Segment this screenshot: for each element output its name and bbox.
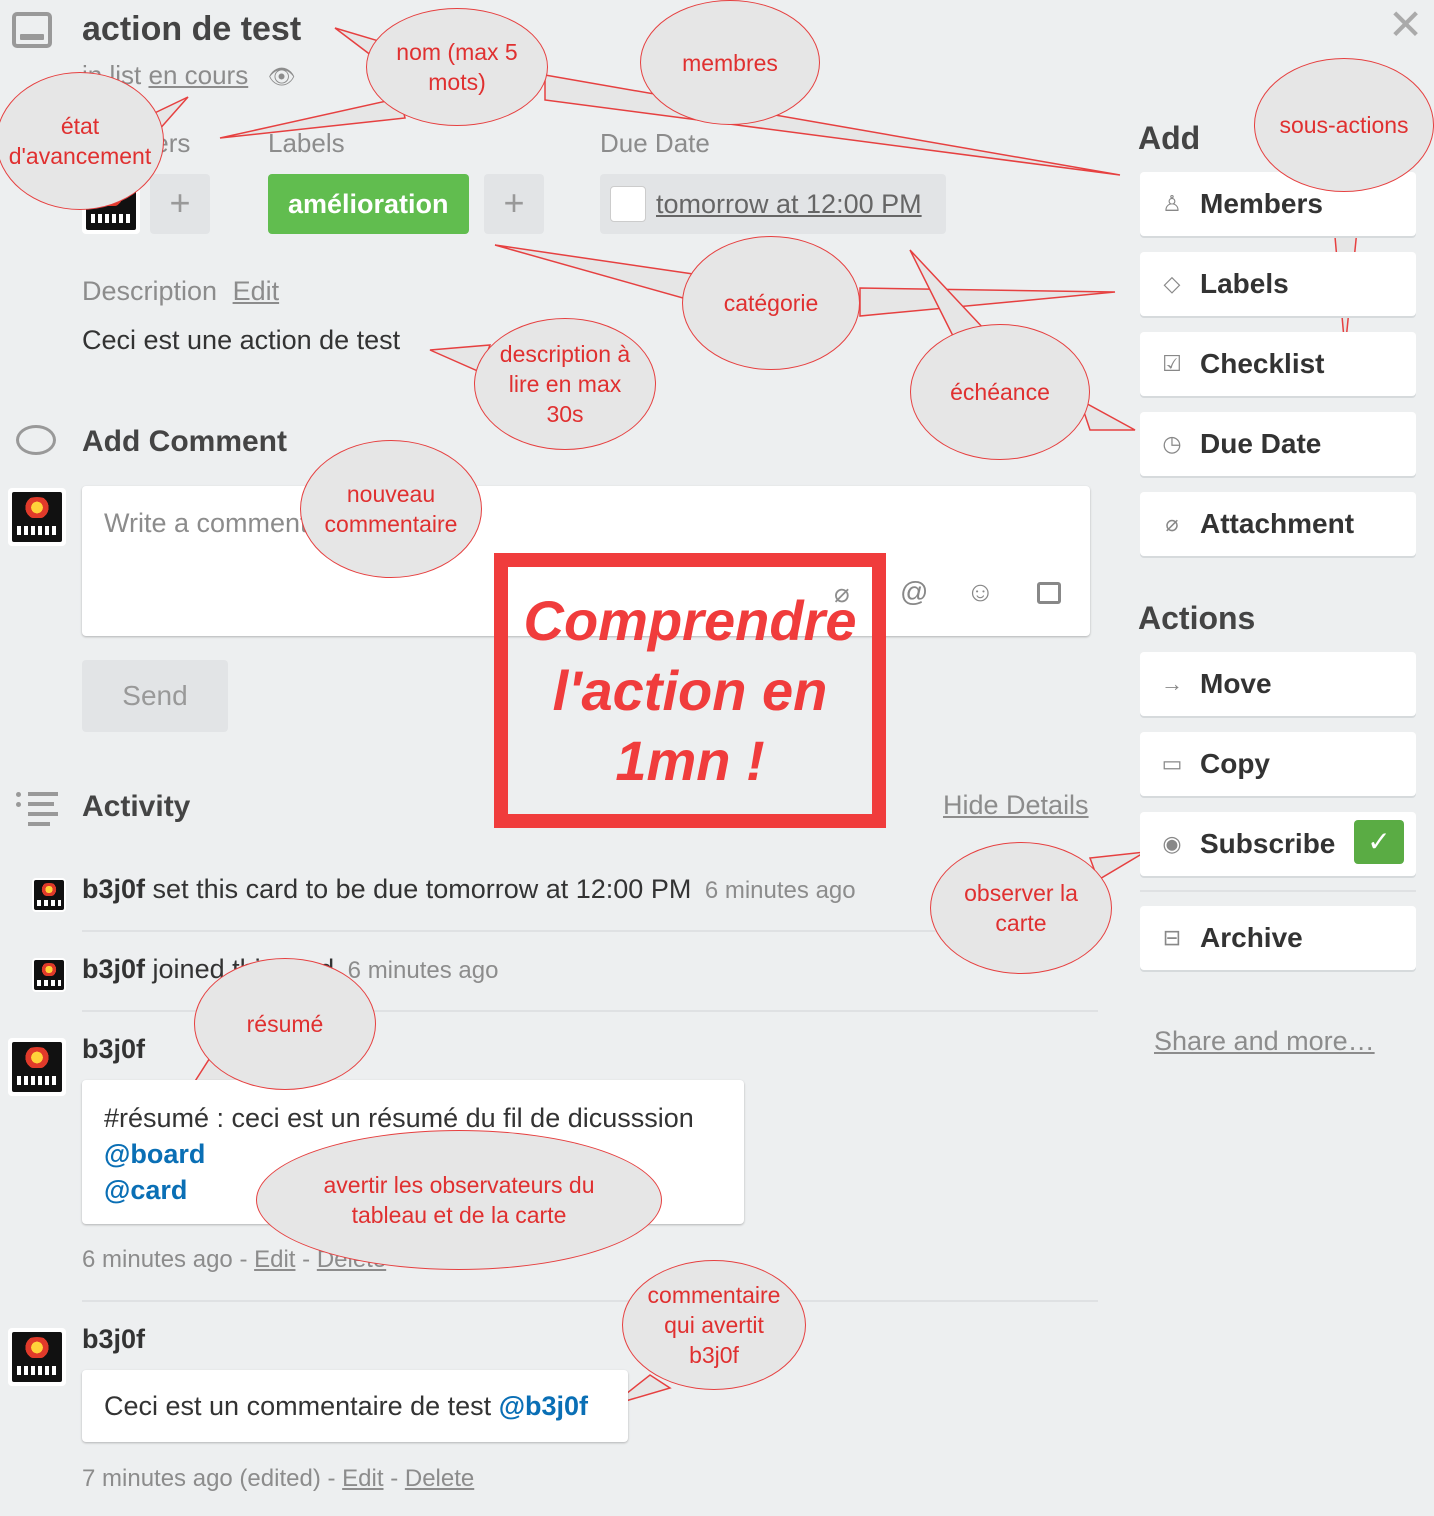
card-copy-icon: ▭ (1161, 751, 1183, 776)
archive-button[interactable]: ⊟ Archive (1140, 906, 1416, 970)
description-label: Description (82, 276, 218, 306)
due-date-label: Due Date (600, 128, 710, 158)
comment-author: b3j0f (82, 1034, 146, 1064)
annotation-resume: résumé (194, 958, 376, 1090)
mention-user[interactable]: @b3j0f (499, 1391, 588, 1421)
subscribed-check-icon: ✓ (1354, 820, 1404, 864)
activity-avatar (32, 878, 66, 912)
labels-label: Labels (268, 128, 345, 158)
checklist-icon: ☑ (1162, 351, 1182, 376)
activity-avatar (32, 958, 66, 992)
add-due-date-button[interactable]: ◷ Due Date (1140, 412, 1416, 476)
eye-icon: ◉ (1162, 831, 1182, 856)
comment-avatar (8, 1328, 66, 1386)
list-name-link[interactable]: en cours (148, 60, 248, 90)
annotation-categorie: catégorie (682, 236, 860, 370)
tag-icon: ◇ (1163, 271, 1181, 296)
activity-item: b3j0f set this card to be due tomorrow a… (82, 874, 856, 904)
description-text[interactable]: Ceci est une action de test (82, 325, 400, 356)
comment-body: Ceci est un commentaire de test @b3j0f (82, 1370, 628, 1442)
paperclip-icon: ⌀ (1165, 511, 1179, 536)
add-attachment-button[interactable]: ⌀ Attachment (1140, 492, 1416, 556)
comment-author: b3j0f (82, 1324, 146, 1354)
activity-title: Activity (82, 790, 191, 823)
comment-avatar (8, 1038, 66, 1096)
annotation-etat: état d'avancement (0, 72, 164, 210)
person-icon: ♙ (1162, 191, 1182, 216)
card-title[interactable]: action de test (82, 10, 301, 49)
add-checklist-button[interactable]: ☑ Checklist (1140, 332, 1416, 396)
description-edit-link[interactable]: Edit (233, 276, 280, 306)
share-and-more-link[interactable]: Share and more… (1154, 1026, 1375, 1057)
hide-details-link[interactable]: Hide Details (943, 790, 1089, 821)
card-link-icon[interactable] (1037, 582, 1061, 604)
annotation-description: description à lire en max 30s (474, 318, 656, 450)
close-icon[interactable]: ✕ (1388, 0, 1423, 49)
card-icon (12, 12, 52, 48)
clock-icon: ◷ (1162, 431, 1182, 456)
annotation-big-box: Comprendre l'action en 1mn ! (494, 553, 886, 828)
watch-eye-icon: 👁 (267, 64, 296, 89)
annotation-avertir: avertir les observateurs du tableau et d… (256, 1130, 662, 1270)
send-button[interactable]: Send (82, 660, 228, 732)
annotation-sous-actions: sous-actions (1254, 58, 1434, 192)
mention-icon[interactable]: @ (900, 576, 928, 608)
description-header: Description Edit (82, 276, 279, 307)
add-member-button[interactable]: + (150, 174, 210, 234)
due-date-value[interactable]: tomorrow at 12:00 PM (656, 189, 922, 220)
archive-icon: ⊟ (1162, 925, 1182, 950)
annotation-nom: nom (max 5 mots) (366, 8, 548, 126)
current-user-avatar (8, 488, 66, 546)
subscribe-button[interactable]: ◉ Subscribe ✓ (1140, 812, 1416, 876)
annotation-nouveau: nouveau commentaire (300, 440, 482, 578)
activity-list-icon (16, 790, 58, 826)
comment-bubble-icon (16, 425, 56, 455)
due-date-badge[interactable]: tomorrow at 12:00 PM (600, 174, 946, 234)
annotation-observer: observer la carte (930, 842, 1112, 974)
actions-section-title: Actions (1138, 600, 1256, 636)
emoji-icon[interactable]: ☺ (966, 576, 995, 608)
comment-delete-link[interactable]: Delete (405, 1465, 474, 1492)
add-section-title: Add (1138, 120, 1201, 156)
add-labels-button[interactable]: ◇ Labels (1140, 252, 1416, 316)
add-comment-title: Add Comment (82, 425, 287, 458)
move-button[interactable]: → Move (1140, 652, 1416, 716)
arrow-right-icon: → (1161, 671, 1183, 696)
comment-edit-link[interactable]: Edit (342, 1465, 383, 1492)
annotation-membres: membres (640, 0, 820, 125)
comment-meta: 7 minutes ago (edited) - Edit - Delete (82, 1465, 475, 1492)
add-label-button[interactable]: + (484, 174, 544, 234)
comment-edit-link[interactable]: Edit (254, 1246, 295, 1273)
due-complete-checkbox[interactable] (610, 186, 646, 222)
copy-button[interactable]: ▭ Copy (1140, 732, 1416, 796)
label-tag[interactable]: amélioration (268, 174, 469, 234)
annotation-echeance: échéance (910, 324, 1090, 460)
annotation-commentaire: commentaire qui avertit b3j0f (622, 1260, 806, 1390)
